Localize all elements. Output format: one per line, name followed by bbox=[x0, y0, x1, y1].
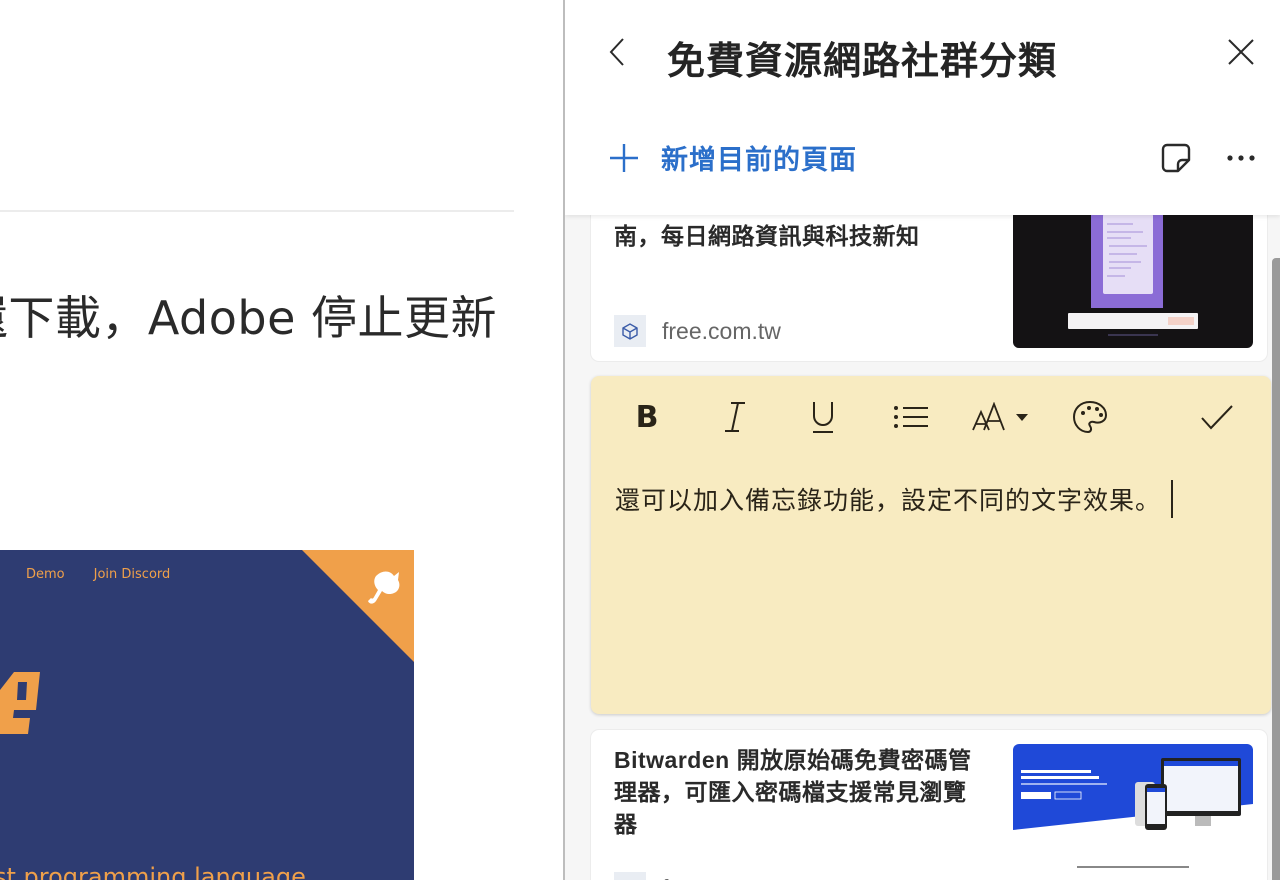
hero-banner: Demo Join Discord st programming languag… bbox=[0, 550, 414, 880]
collection-title[interactable]: 免費資源網路社群分類 bbox=[667, 30, 1057, 85]
sticky-note-icon bbox=[1161, 143, 1191, 173]
site-favicon-icon bbox=[614, 872, 646, 880]
nav-link-demo[interactable]: Demo bbox=[26, 567, 65, 582]
add-current-page-button[interactable]: 新增目前的頁面 bbox=[609, 138, 857, 177]
page-divider bbox=[0, 210, 514, 212]
panel-header: 免費資源網路社群分類 新增目前的頁面 bbox=[565, 0, 1280, 215]
item-title: 南，每日網路資訊與科技新知 bbox=[614, 223, 920, 249]
done-button[interactable] bbox=[1195, 394, 1239, 440]
more-options-button[interactable] bbox=[1225, 142, 1257, 174]
github-corner-icon[interactable] bbox=[302, 550, 414, 662]
item-thumbnail bbox=[1013, 744, 1253, 880]
more-horizontal-icon bbox=[1227, 155, 1255, 161]
note-editor[interactable]: B 還可以加入備忘錄功能，設定不同的文字效果。 bbox=[591, 376, 1271, 714]
palette-icon bbox=[1072, 400, 1108, 434]
italic-icon bbox=[725, 402, 745, 432]
item-source: free.com.tw bbox=[614, 872, 781, 880]
collection-item[interactable]: Bitwarden 開放原始碼免費密碼管理器，可匯入密碼檔支援常見瀏覽器 fre… bbox=[591, 730, 1267, 880]
note-text: 還可以加入備忘錄功能，設定不同的文字效果。 bbox=[615, 487, 1162, 515]
bold-button[interactable]: B bbox=[625, 394, 669, 440]
item-domain: free.com.tw bbox=[662, 317, 781, 344]
back-button[interactable] bbox=[601, 34, 633, 70]
close-icon bbox=[1228, 39, 1254, 65]
text-cursor bbox=[1171, 480, 1174, 518]
site-favicon-icon bbox=[614, 315, 646, 347]
plus-icon bbox=[610, 143, 638, 172]
note-formatting-toolbar: B bbox=[591, 394, 1271, 440]
add-current-page-label: 新增目前的頁面 bbox=[661, 145, 857, 175]
logo-fragment bbox=[0, 672, 40, 734]
close-button[interactable] bbox=[1225, 34, 1257, 70]
collections-panel: 免費資源網路社群分類 新增目前的頁面 南，每日網路資訊與科技新知 free.co… bbox=[563, 0, 1280, 880]
web-page-content: 還下載，Adobe 停止更新 Demo Join Discord st prog… bbox=[0, 0, 563, 880]
chevron-left-icon bbox=[609, 38, 624, 66]
item-domain: free.com.tw bbox=[662, 875, 781, 880]
nav-link-join-discord[interactable]: Join Discord bbox=[94, 567, 171, 582]
checkmark-icon bbox=[1201, 405, 1233, 430]
note-text-area[interactable]: 還可以加入備忘錄功能，設定不同的文字效果。 bbox=[615, 480, 1174, 518]
font-size-icon bbox=[972, 402, 1028, 431]
list-icon bbox=[894, 406, 928, 428]
bold-icon: B bbox=[635, 399, 659, 435]
font-size-button[interactable] bbox=[969, 394, 1033, 440]
underline-icon bbox=[813, 402, 833, 433]
item-thumbnail bbox=[1013, 210, 1253, 348]
hero-tagline: st programming language bbox=[0, 863, 306, 880]
italic-button[interactable] bbox=[713, 394, 757, 440]
underline-button[interactable] bbox=[801, 394, 845, 440]
bullet-list-button[interactable] bbox=[889, 394, 933, 440]
item-source: free.com.tw bbox=[614, 315, 781, 347]
item-title: Bitwarden 開放原始碼免費密碼管理器，可匯入密碼檔支援常見瀏覽器 bbox=[614, 747, 972, 837]
article-headline[interactable]: 還下載，Adobe 停止更新 bbox=[0, 282, 497, 348]
panel-scrollbar-thumb[interactable] bbox=[1272, 258, 1280, 880]
add-note-button[interactable] bbox=[1161, 142, 1191, 174]
color-button[interactable] bbox=[1065, 394, 1115, 440]
hero-nav: Demo Join Discord bbox=[26, 567, 170, 582]
